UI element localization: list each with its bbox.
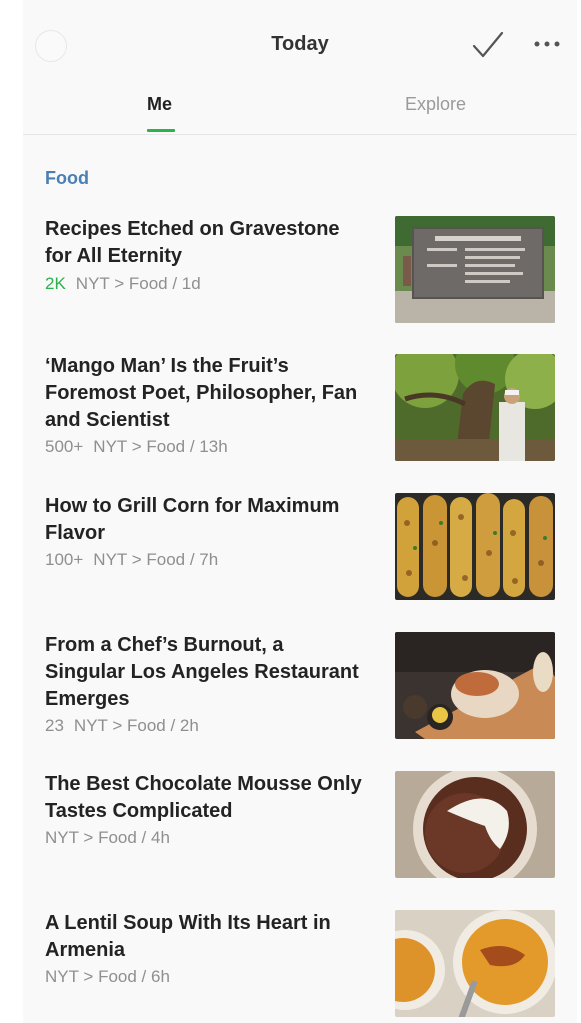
article-title[interactable]: The Best Chocolate Mousse Only Tastes Co…	[45, 771, 365, 825]
gravestone-photo[interactable]	[395, 216, 555, 323]
app-screen: Today Me Explore Food Recipes Etched on …	[23, 0, 577, 1023]
article-title[interactable]: Recipes Etched on Gravestone for All Ete…	[45, 216, 365, 270]
article-meta: 2K NYT > Food / 1d	[45, 274, 201, 294]
article-item[interactable]: From a Chef’s Burnout, a Singular Los An…	[23, 632, 577, 757]
mark-as-read-check-icon[interactable]	[471, 30, 505, 60]
article-meta: 500+ NYT > Food / 13h	[45, 437, 228, 457]
article-item[interactable]: How to Grill Corn for Maximum Flavor 100…	[23, 493, 577, 608]
section-title-food[interactable]: Food	[45, 168, 89, 189]
article-item[interactable]: The Best Chocolate Mousse Only Tastes Co…	[23, 771, 577, 886]
chocolate-mousse-photo[interactable]	[395, 771, 555, 878]
article-meta: NYT > Food / 4h	[45, 828, 170, 848]
more-options-icon[interactable]	[534, 40, 560, 48]
article-meta: 100+ NYT > Food / 7h	[45, 550, 218, 570]
lentil-soup-photo[interactable]	[395, 910, 555, 1017]
read-count: 100+	[45, 550, 84, 569]
article-source: NYT > Food / 6h	[45, 967, 170, 986]
mango-man-photo[interactable]	[395, 354, 555, 461]
top-bar: Today	[23, 0, 577, 88]
active-tab-indicator	[147, 129, 175, 132]
read-count: 500+	[45, 437, 84, 456]
article-meta: 23 NYT > Food / 2h	[45, 716, 199, 736]
restaurant-dish-photo[interactable]	[395, 632, 555, 739]
read-count: 2K	[45, 274, 66, 293]
article-title[interactable]: ‘Mango Man’ Is the Fruit’s Foremost Poet…	[45, 353, 365, 434]
article-title[interactable]: How to Grill Corn for Maximum Flavor	[45, 493, 365, 547]
article-source: NYT > Food / 4h	[45, 828, 170, 847]
read-count: 23	[45, 716, 64, 735]
grilled-corn-photo[interactable]	[395, 493, 555, 600]
article-item[interactable]: A Lentil Soup With Its Heart in Armenia …	[23, 910, 577, 1023]
article-title[interactable]: From a Chef’s Burnout, a Singular Los An…	[45, 632, 365, 713]
tab-bar: Me Explore	[23, 88, 577, 135]
tab-me[interactable]: Me	[147, 94, 172, 115]
article-meta: NYT > Food / 6h	[45, 967, 170, 987]
article-item[interactable]: ‘Mango Man’ Is the Fruit’s Foremost Poet…	[23, 353, 577, 478]
tab-explore[interactable]: Explore	[405, 94, 466, 115]
article-source: NYT > Food / 1d	[75, 274, 201, 293]
article-title[interactable]: A Lentil Soup With Its Heart in Armenia	[45, 910, 365, 964]
article-source: NYT > Food / 13h	[93, 437, 228, 456]
article-item[interactable]: Recipes Etched on Gravestone for All Ete…	[23, 214, 577, 334]
article-source: NYT > Food / 2h	[73, 716, 199, 735]
article-source: NYT > Food / 7h	[93, 550, 219, 569]
